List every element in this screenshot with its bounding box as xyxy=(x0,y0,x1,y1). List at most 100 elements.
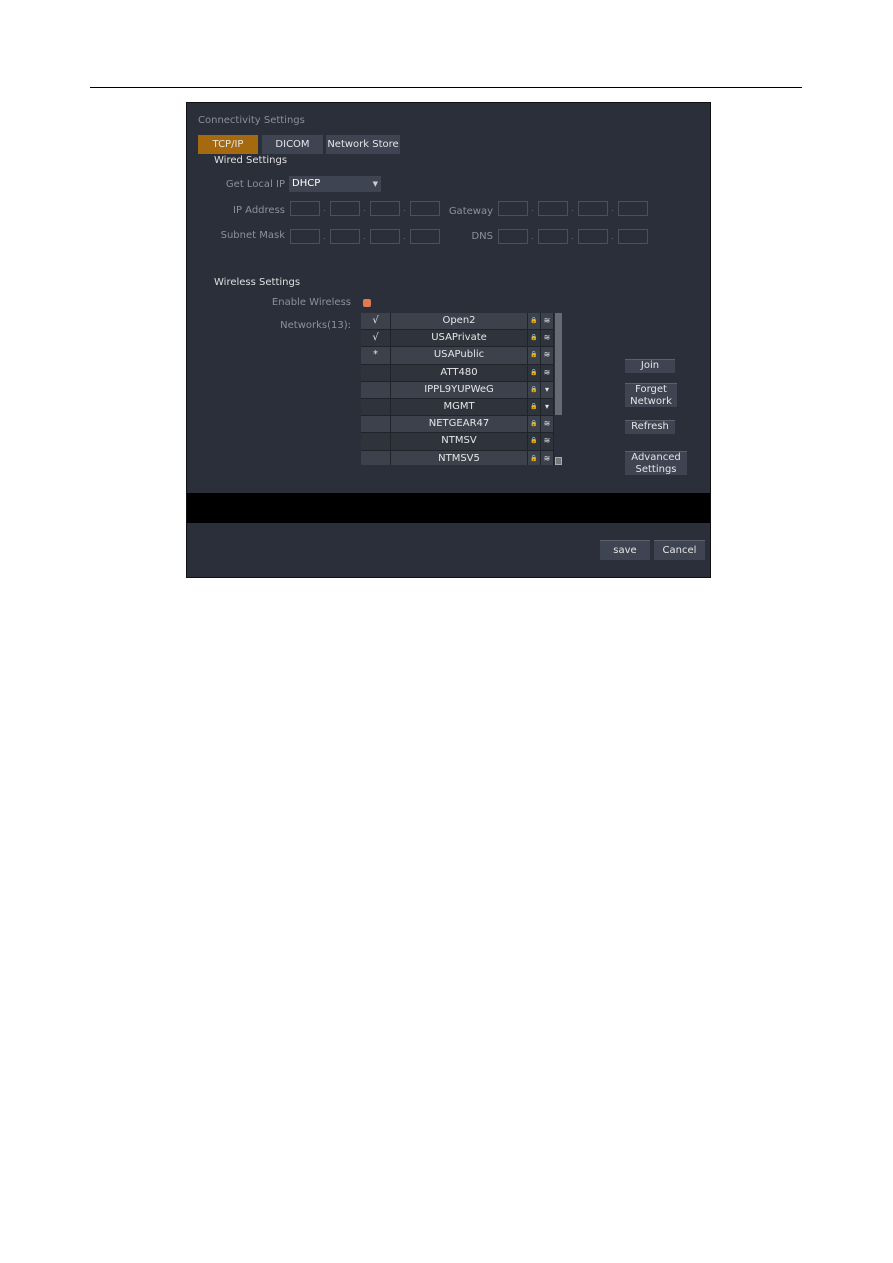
gateway-octet-1[interactable] xyxy=(498,201,528,216)
ip-address-octet-1[interactable] xyxy=(290,201,320,216)
octet-separator: . xyxy=(531,232,534,242)
octet-separator: . xyxy=(363,232,366,242)
chevron-down-icon: ▼ xyxy=(372,180,378,188)
dns-octet-1[interactable] xyxy=(498,229,528,244)
scrollbar-thumb[interactable] xyxy=(555,313,562,415)
dns-octet-2[interactable] xyxy=(538,229,568,244)
lock-icon: 🔒 xyxy=(528,433,541,450)
network-status: * xyxy=(361,347,391,364)
dns-octet-4[interactable] xyxy=(618,229,648,244)
network-row[interactable]: √ USAPrivate 🔒 ≋ xyxy=(361,330,554,348)
wifi-signal-icon: ≋ xyxy=(541,450,554,465)
join-button[interactable]: Join xyxy=(625,359,675,373)
network-status: √ xyxy=(361,330,391,347)
network-row[interactable]: ATT480 🔒 ≋ xyxy=(361,364,554,382)
ip-address-label: IP Address xyxy=(233,205,285,216)
subnet-mask-label: Subnet Mask xyxy=(220,230,285,241)
wifi-signal-icon: ≋ xyxy=(541,330,554,347)
networks-list[interactable]: √ Open2 🔒 ≋ √ USAPrivate 🔒 ≋ * USAPublic 🔒 ≋ ATT480 🔒… xyxy=(361,313,554,465)
wifi-signal-icon: ≋ xyxy=(541,416,554,433)
octet-separator: . xyxy=(403,232,406,242)
status-bar xyxy=(187,493,710,523)
octet-separator: . xyxy=(323,232,326,242)
network-status xyxy=(361,433,391,450)
cancel-button[interactable]: Cancel xyxy=(654,540,705,560)
network-name: NTMSV5 xyxy=(391,450,528,465)
gateway-octet-2[interactable] xyxy=(538,201,568,216)
wired-settings-heading: Wired Settings xyxy=(214,155,288,166)
subnet-mask-octet-3[interactable] xyxy=(370,229,400,244)
lock-icon: 🔒 xyxy=(528,347,541,364)
network-name: IPPL9YUPWeG xyxy=(391,381,528,398)
subnet-mask-octet-2[interactable] xyxy=(330,229,360,244)
network-name: Open2 xyxy=(391,313,528,330)
subnet-mask-octet-1[interactable] xyxy=(290,229,320,244)
network-row[interactable]: * USAPublic 🔒 ≋ xyxy=(361,347,554,365)
network-row[interactable]: IPPL9YUPWeG 🔒 ▾ xyxy=(361,381,554,399)
network-name: USAPublic xyxy=(391,347,528,364)
network-name: NTMSV xyxy=(391,433,528,450)
page-header-rule xyxy=(90,87,802,88)
tab-tcp-ip[interactable]: TCP/IP xyxy=(198,135,258,154)
network-status xyxy=(361,381,391,398)
ip-address-octet-2[interactable] xyxy=(330,201,360,216)
get-local-ip-select[interactable]: DHCP ▼ xyxy=(289,176,381,192)
network-status xyxy=(361,398,391,416)
ip-address-octet-4[interactable] xyxy=(410,201,440,216)
wifi-signal-icon: ▾ xyxy=(541,398,554,416)
ip-address-octet-3[interactable] xyxy=(370,201,400,216)
network-status xyxy=(361,416,391,433)
lock-icon: 🔒 xyxy=(528,450,541,465)
wifi-signal-icon: ≋ xyxy=(541,313,554,330)
tab-network-store[interactable]: Network Store xyxy=(326,135,400,154)
gateway-octet-4[interactable] xyxy=(618,201,648,216)
refresh-button[interactable]: Refresh xyxy=(625,420,675,434)
tab-dicom[interactable]: DICOM xyxy=(262,135,323,154)
octet-separator: . xyxy=(363,204,366,214)
network-row[interactable]: NTMSV5 🔒 ≋ xyxy=(361,450,554,465)
wifi-signal-icon: ≋ xyxy=(541,364,554,381)
wireless-settings-heading: Wireless Settings xyxy=(214,277,301,288)
network-name: NETGEAR47 xyxy=(391,416,528,433)
subnet-mask-octet-4[interactable] xyxy=(410,229,440,244)
octet-separator: . xyxy=(611,204,614,214)
lock-icon: 🔒 xyxy=(528,381,541,398)
gateway-octet-3[interactable] xyxy=(578,201,608,216)
connectivity-settings-window: Connectivity Settings TCP/IP DICOM Netwo… xyxy=(186,102,711,578)
network-row[interactable]: √ Open2 🔒 ≋ xyxy=(361,313,554,331)
lock-icon: 🔒 xyxy=(528,364,541,381)
network-row[interactable]: NTMSV 🔒 ≋ xyxy=(361,433,554,451)
network-row[interactable]: NETGEAR47 🔒 ≋ xyxy=(361,416,554,434)
octet-separator: . xyxy=(531,204,534,214)
enable-wireless-label: Enable Wireless xyxy=(271,297,351,308)
scrollbar-down[interactable] xyxy=(555,457,562,465)
network-name: MGMT xyxy=(391,398,528,416)
advanced-settings-button[interactable]: Advanced Settings xyxy=(625,451,687,475)
network-status: √ xyxy=(361,313,391,330)
network-status xyxy=(361,450,391,465)
lock-icon: 🔒 xyxy=(528,398,541,416)
lock-icon: 🔒 xyxy=(528,313,541,330)
wifi-signal-icon: ≋ xyxy=(541,347,554,364)
octet-separator: . xyxy=(571,204,574,214)
network-row[interactable]: MGMT 🔒 ▾ xyxy=(361,398,554,417)
octet-separator: . xyxy=(403,204,406,214)
network-name: ATT480 xyxy=(391,364,528,381)
window-title: Connectivity Settings xyxy=(198,115,305,126)
networks-label: Networks(13): xyxy=(280,320,351,331)
get-local-ip-label: Get Local IP xyxy=(225,179,285,190)
wifi-signal-icon: ▾ xyxy=(541,381,554,398)
network-status xyxy=(361,364,391,381)
save-button[interactable]: save xyxy=(600,540,650,560)
octet-separator: . xyxy=(571,232,574,242)
octet-separator: . xyxy=(323,204,326,214)
enable-wireless-checkbox[interactable] xyxy=(363,299,371,307)
octet-separator: . xyxy=(611,232,614,242)
select-value: DHCP xyxy=(292,178,321,189)
forget-network-button[interactable]: Forget Network xyxy=(625,383,677,407)
wifi-signal-icon: ≋ xyxy=(541,433,554,450)
network-name: USAPrivate xyxy=(391,330,528,347)
lock-icon: 🔒 xyxy=(528,330,541,347)
dns-octet-3[interactable] xyxy=(578,229,608,244)
lock-icon: 🔒 xyxy=(528,416,541,433)
